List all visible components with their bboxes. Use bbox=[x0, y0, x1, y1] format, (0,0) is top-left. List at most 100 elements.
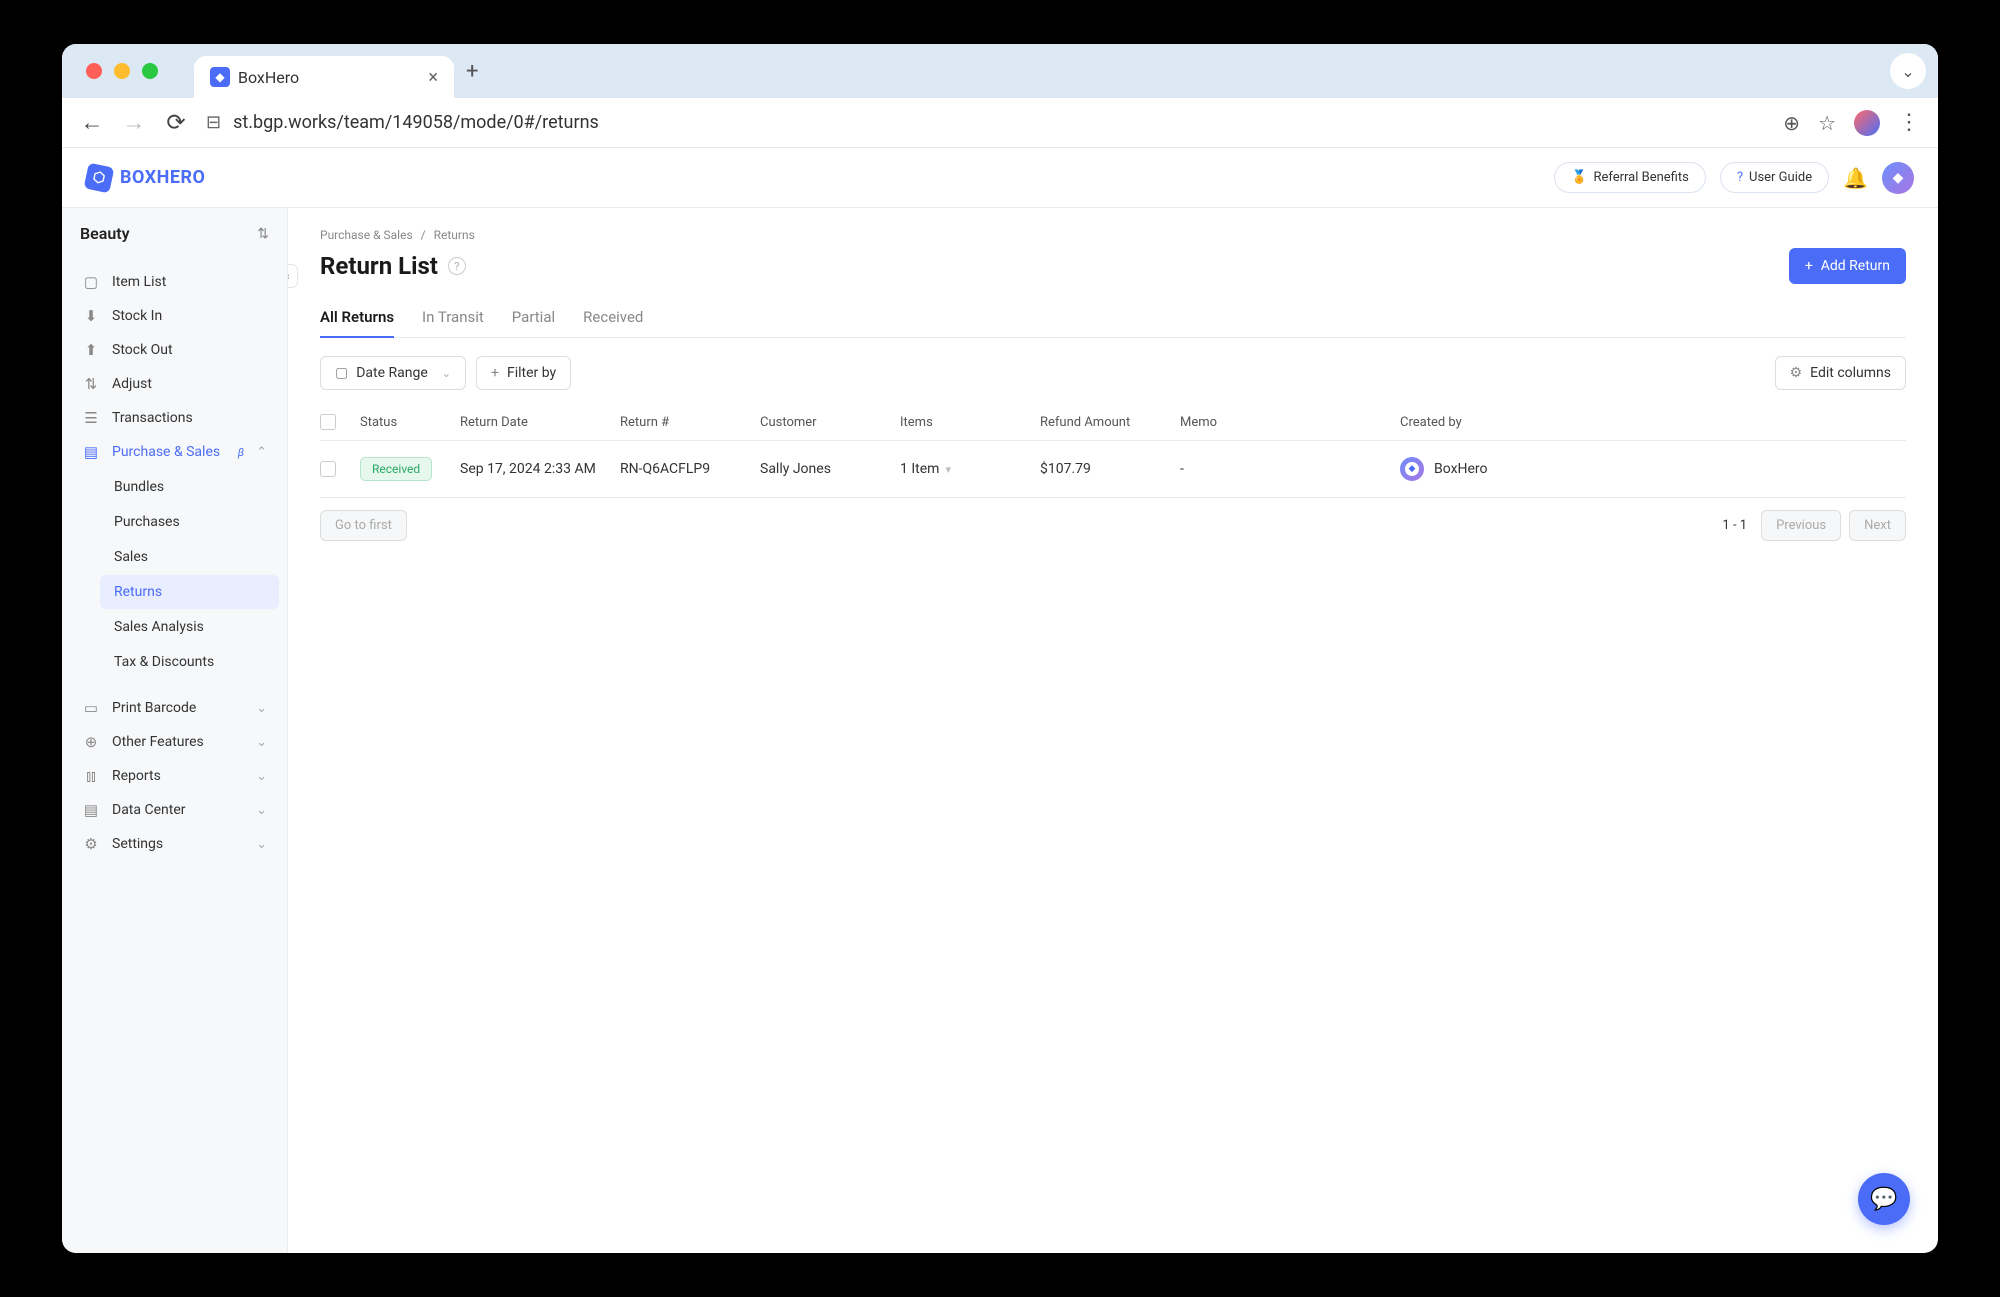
page-title: Return List bbox=[320, 252, 438, 280]
sidebar-item-other-features[interactable]: ⊕ Other Features ⌄ bbox=[70, 725, 279, 759]
chat-button[interactable]: 💬 bbox=[1858, 1173, 1910, 1225]
user-guide-label: User Guide bbox=[1749, 170, 1812, 185]
logo-text: BOXHERO bbox=[120, 167, 205, 188]
table-row[interactable]: Received Sep 17, 2024 2:33 AM RN-Q6ACFLP… bbox=[320, 441, 1906, 498]
chat-icon: 💬 bbox=[1870, 1187, 1897, 1212]
user-avatar[interactable]: ◆ bbox=[1882, 162, 1914, 194]
col-created-by: Created by bbox=[1400, 415, 1906, 430]
sidebar-item-stock-in[interactable]: ⬇ Stock In bbox=[70, 299, 279, 333]
col-memo: Memo bbox=[1180, 415, 1400, 430]
page-info: 1 - 1 bbox=[1722, 518, 1747, 533]
subnav-sales[interactable]: Sales bbox=[100, 540, 279, 574]
window-minimize[interactable] bbox=[114, 63, 130, 79]
breadcrumb-sep: / bbox=[421, 228, 426, 242]
sidebar-item-transactions[interactable]: ☰ Transactions bbox=[70, 401, 279, 435]
breadcrumb-current[interactable]: Returns bbox=[434, 228, 475, 242]
logo[interactable]: ⬡ BOXHERO bbox=[86, 165, 205, 191]
tab-received[interactable]: Received bbox=[583, 298, 643, 338]
chevron-down-icon: ⌄ bbox=[442, 367, 451, 380]
sidebar-collapse-button[interactable]: ‹ bbox=[288, 264, 298, 288]
date-range-label: Date Range bbox=[356, 365, 428, 381]
zoom-icon[interactable]: ⊕ bbox=[1783, 111, 1800, 135]
sidebar-item-reports[interactable]: ⫾⫾ Reports ⌄ bbox=[70, 759, 279, 793]
main-content: ‹ Purchase & Sales / Returns Return List… bbox=[288, 208, 1938, 1253]
tab-close-icon[interactable]: × bbox=[428, 67, 438, 88]
col-return-no: Return # bbox=[620, 415, 760, 430]
sidebar-item-print-barcode[interactable]: ▭ Print Barcode ⌄ bbox=[70, 691, 279, 725]
sidebar-item-settings[interactable]: ⚙ Settings ⌄ bbox=[70, 827, 279, 861]
date-range-button[interactable]: ▢ Date Range ⌄ bbox=[320, 356, 466, 390]
gear-icon: ⚙ bbox=[1790, 365, 1803, 381]
new-tab-button[interactable]: + bbox=[466, 59, 478, 84]
app-header: ⬡ BOXHERO 🏅 Referral Benefits ? User Gui… bbox=[62, 148, 1938, 208]
nav-label: Other Features bbox=[112, 734, 244, 750]
barcode-icon: ▭ bbox=[82, 699, 100, 717]
chevron-down-icon: ⌄ bbox=[256, 803, 267, 818]
nav-label: Item List bbox=[112, 274, 267, 290]
row-checkbox[interactable] bbox=[320, 461, 336, 477]
list-icon: ☰ bbox=[82, 409, 100, 427]
tab-all-returns[interactable]: All Returns bbox=[320, 298, 394, 338]
tab-in-transit[interactable]: In Transit bbox=[422, 298, 484, 338]
chart-icon: ⫾⫾ bbox=[82, 767, 100, 785]
pagination: Go to first 1 - 1 Previous Next bbox=[320, 510, 1906, 541]
beta-badge: β bbox=[238, 446, 244, 459]
cell-return-no: RN-Q6ACFLP9 bbox=[620, 461, 760, 477]
tabs-dropdown-button[interactable]: ⌄ bbox=[1890, 53, 1926, 89]
sidebar-item-item-list[interactable]: ▢ Item List bbox=[70, 265, 279, 299]
subnav-returns[interactable]: Returns bbox=[100, 575, 279, 609]
subnav-purchases[interactable]: Purchases bbox=[100, 505, 279, 539]
calendar-icon: ▢ bbox=[335, 365, 348, 381]
team-selector[interactable]: Beauty ⇅ bbox=[62, 208, 287, 259]
chevron-down-icon: ⌄ bbox=[256, 701, 267, 716]
url-value: st.bgp.works/team/149058/mode/0#/returns bbox=[233, 112, 599, 133]
sidebar-item-adjust[interactable]: ⇅ Adjust bbox=[70, 367, 279, 401]
chevron-down-icon: ⌄ bbox=[256, 769, 267, 784]
filter-label: Filter by bbox=[507, 365, 556, 381]
url-input[interactable]: ⊟ st.bgp.works/team/149058/mode/0#/retur… bbox=[206, 112, 1765, 133]
sidebar-item-purchase-sales[interactable]: ▤ Purchase & Sales β ⌃ bbox=[70, 435, 279, 469]
subnav-tax-discounts[interactable]: Tax & Discounts bbox=[100, 645, 279, 679]
nav-label: Stock In bbox=[112, 308, 267, 324]
browser-tab-active[interactable]: ◆ BoxHero × bbox=[194, 56, 454, 98]
site-settings-icon[interactable]: ⊟ bbox=[206, 112, 221, 133]
breadcrumb: Purchase & Sales / Returns bbox=[320, 208, 1906, 242]
col-return-date: Return Date bbox=[460, 415, 620, 430]
col-customer: Customer bbox=[760, 415, 900, 430]
nav-reload-button[interactable]: ⟳ bbox=[164, 109, 188, 136]
nav-label: Print Barcode bbox=[112, 700, 244, 716]
breadcrumb-parent[interactable]: Purchase & Sales bbox=[320, 228, 413, 242]
select-all-checkbox[interactable] bbox=[320, 414, 336, 430]
subnav-bundles[interactable]: Bundles bbox=[100, 470, 279, 504]
nav-back-button[interactable]: ← bbox=[80, 109, 104, 136]
sidebar-item-stock-out[interactable]: ⬆ Stock Out bbox=[70, 333, 279, 367]
window-close[interactable] bbox=[86, 63, 102, 79]
nav-label: Stock Out bbox=[112, 342, 267, 358]
subnav-sales-analysis[interactable]: Sales Analysis bbox=[100, 610, 279, 644]
profile-badge[interactable] bbox=[1854, 110, 1880, 136]
notifications-icon[interactable]: 🔔 bbox=[1843, 166, 1868, 190]
filter-button[interactable]: + Filter by bbox=[476, 356, 571, 390]
next-button[interactable]: Next bbox=[1849, 510, 1906, 541]
medal-icon: 🏅 bbox=[1571, 170, 1587, 185]
bookmark-icon[interactable]: ☆ bbox=[1818, 111, 1836, 135]
add-return-button[interactable]: + Add Return bbox=[1789, 248, 1906, 284]
referral-button[interactable]: 🏅 Referral Benefits bbox=[1554, 162, 1706, 193]
browser-menu-icon[interactable]: ⋮ bbox=[1898, 110, 1920, 135]
col-status: Status bbox=[360, 415, 460, 430]
edit-columns-button[interactable]: ⚙ Edit columns bbox=[1775, 356, 1906, 390]
sidebar-item-data-center[interactable]: ▤ Data Center ⌄ bbox=[70, 793, 279, 827]
cell-refund-amount: $107.79 bbox=[1040, 461, 1180, 477]
items-expand-icon[interactable]: ▾ bbox=[945, 463, 951, 476]
upload-icon: ⬆ bbox=[82, 341, 100, 359]
tab-partial[interactable]: Partial bbox=[512, 298, 555, 338]
nav-label: Reports bbox=[112, 768, 244, 784]
previous-button[interactable]: Previous bbox=[1761, 510, 1841, 541]
cell-created-by: BoxHero bbox=[1434, 461, 1488, 477]
table-header: Status Return Date Return # Customer Ite… bbox=[320, 404, 1906, 441]
window-maximize[interactable] bbox=[142, 63, 158, 79]
user-guide-button[interactable]: ? User Guide bbox=[1720, 162, 1829, 193]
page-help-icon[interactable]: ? bbox=[448, 257, 466, 275]
nav-forward-button[interactable]: → bbox=[122, 109, 146, 136]
go-to-first-button[interactable]: Go to first bbox=[320, 510, 407, 541]
